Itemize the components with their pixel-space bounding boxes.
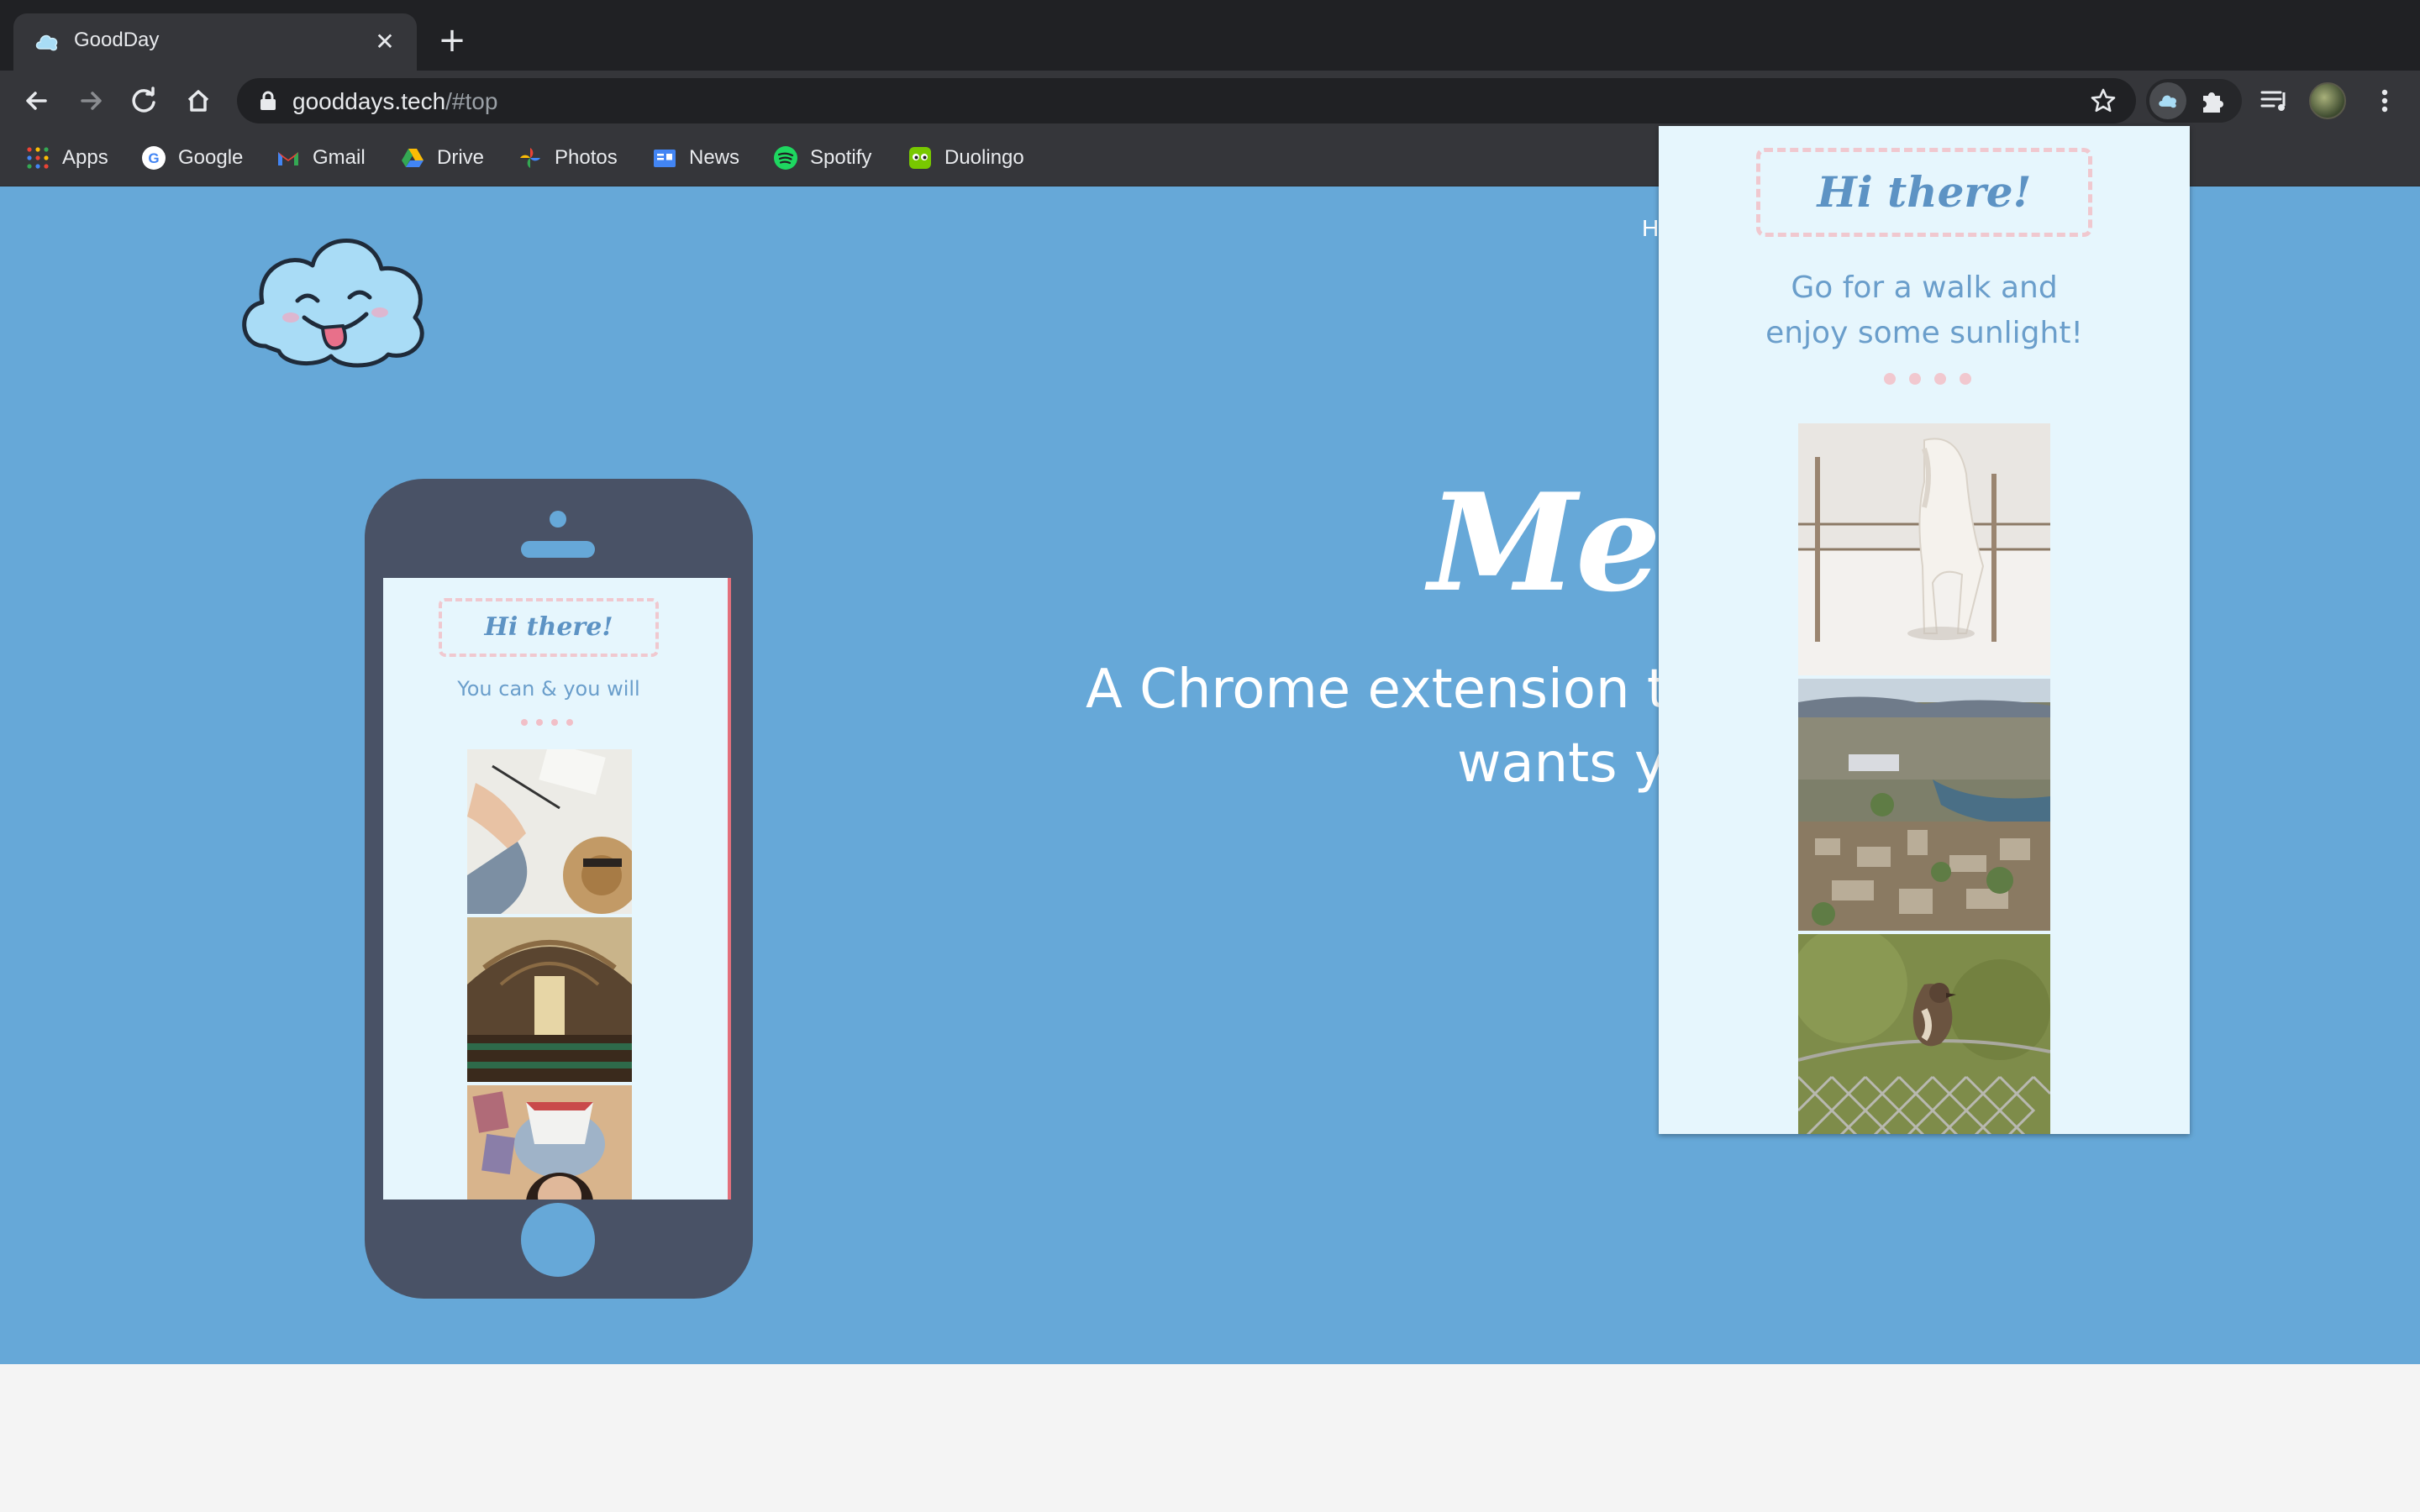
browser-toolbar: gooddays.tech/#top <box>0 71 2420 131</box>
url-path: /#top <box>445 88 498 114</box>
phone-screen: Hi there! You can & you will <box>383 578 731 1200</box>
bookmark-label: Duolingo <box>944 146 1024 169</box>
phone-photo-library <box>467 917 632 1082</box>
back-arrow-icon <box>26 92 47 110</box>
tab-close-icon[interactable]: ✕ <box>370 27 400 57</box>
popup-message-line2: enjoy some sunlight! <box>1765 316 2083 350</box>
bookmark-label: News <box>689 146 740 169</box>
extensions-area <box>2146 79 2242 123</box>
url-text[interactable]: gooddays.tech/#top <box>292 88 497 115</box>
phone-dots <box>521 719 573 726</box>
phone-photo-reader <box>467 1085 632 1200</box>
reload-icon <box>132 87 155 113</box>
drive-icon <box>402 149 424 167</box>
popup-photo-city <box>1798 679 2050 931</box>
lock-icon <box>260 91 276 110</box>
google-icon: G <box>142 146 166 170</box>
dot <box>536 719 543 726</box>
apps-grid-icon <box>27 147 49 169</box>
svg-text:G: G <box>148 150 159 166</box>
popup-photo-sparrow <box>1798 934 2050 1134</box>
popup-photo-horse <box>1798 423 2050 675</box>
tab-gooddays[interactable]: GoodDay ✕ <box>13 13 417 71</box>
phone-message: You can & you will <box>457 677 640 701</box>
bookmark-label: Drive <box>437 146 485 169</box>
dot <box>521 719 528 726</box>
cloud-logo-icon[interactable] <box>232 220 434 371</box>
popup-message-line1: Go for a walk and <box>1791 270 2058 305</box>
nav-link-fragment[interactable]: H <box>1642 215 1659 242</box>
bookmark-star-icon[interactable] <box>2089 87 2118 115</box>
bookmark-news[interactable]: News <box>652 143 739 173</box>
media-queue-icon[interactable] <box>2255 82 2292 119</box>
menu-kebab-icon[interactable] <box>2366 82 2403 119</box>
phone-speaker <box>521 541 595 558</box>
back-button[interactable] <box>18 82 55 119</box>
page-below-hero <box>0 1364 2420 1512</box>
bookmark-drive[interactable]: Drive <box>400 143 484 173</box>
puzzle-extensions-icon[interactable] <box>2198 86 2228 116</box>
cloud-favicon-icon <box>35 34 58 51</box>
dot <box>1909 373 1921 385</box>
new-tab-button[interactable]: + <box>435 24 469 57</box>
bookmark-apps[interactable]: Apps <box>25 143 108 173</box>
home-icon <box>187 90 209 112</box>
phone-camera <box>550 511 566 528</box>
phone-home-button <box>521 1203 595 1277</box>
tab-strip: GoodDay ✕ + <box>0 0 2420 71</box>
dot <box>566 719 573 726</box>
phone-photo-desk <box>467 749 632 914</box>
bookmark-label: Photos <box>555 146 618 169</box>
home-button[interactable] <box>180 82 217 119</box>
extension-popup: Hi there! Go for a walk and enjoy some s… <box>1659 126 2190 1134</box>
popup-greeting: Hi there! <box>1756 148 2092 237</box>
hero-subtitle-line1: A Chrome extension that <box>1086 659 1756 721</box>
news-icon <box>654 150 676 167</box>
bookmark-spotify[interactable]: Spotify <box>773 143 871 173</box>
dot <box>1934 373 1946 385</box>
reload-button[interactable] <box>126 82 163 119</box>
address-bar[interactable]: gooddays.tech/#top <box>237 78 2136 123</box>
dot <box>1960 373 1971 385</box>
bookmark-photos[interactable]: Photos <box>518 143 618 173</box>
bookmark-label: Spotify <box>810 146 872 169</box>
forward-arrow-icon <box>81 92 102 110</box>
bookmark-label: Google <box>178 146 244 169</box>
gooddays-extension-button[interactable] <box>2149 82 2186 119</box>
photos-icon <box>520 148 540 168</box>
bookmark-gmail[interactable]: Gmail <box>276 143 366 173</box>
tab-title: GoodDay <box>74 29 160 51</box>
bookmark-google[interactable]: G Google <box>141 143 243 173</box>
phone-greeting: Hi there! <box>439 598 659 657</box>
cloud-extension-icon <box>2159 95 2176 108</box>
spotify-icon <box>774 146 797 170</box>
popup-message: Go for a walk and enjoy some sunlight! <box>1659 265 2190 356</box>
forward-button[interactable] <box>72 82 109 119</box>
dot <box>1884 373 1896 385</box>
bookmark-label: Apps <box>62 146 108 169</box>
gmail-icon <box>278 152 298 165</box>
duolingo-icon <box>909 147 931 169</box>
bookmark-duolingo[interactable]: Duolingo <box>908 143 1024 173</box>
bookmark-label: Gmail <box>313 146 366 169</box>
url-host: gooddays.tech <box>292 88 446 114</box>
popup-dots <box>1884 373 1971 385</box>
dot <box>551 719 558 726</box>
phone-mockup: Hi there! You can & you will <box>365 479 753 1299</box>
profile-avatar[interactable] <box>2309 82 2346 119</box>
